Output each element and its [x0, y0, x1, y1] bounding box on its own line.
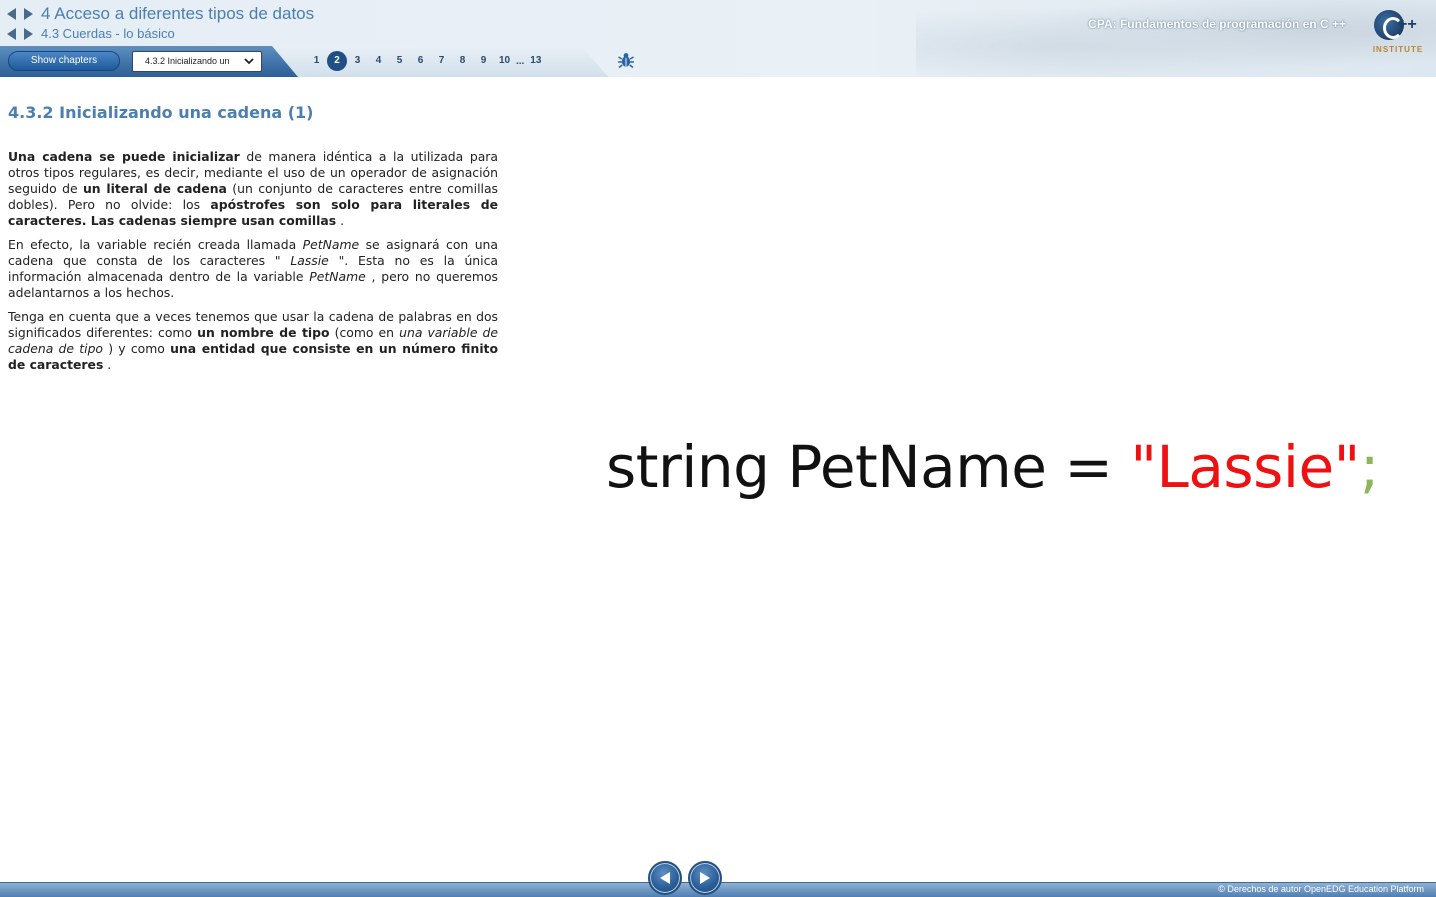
code-example: string PetName = "Lassie";	[606, 433, 1379, 501]
show-chapters-button[interactable]: Show chapters	[8, 51, 120, 71]
previous-page-button[interactable]	[648, 861, 682, 895]
page-title: 4.3.2 Inicializando una cadena (1)	[8, 103, 314, 122]
p3-text-c: (como en	[329, 325, 400, 340]
page-link-1[interactable]: 1	[306, 51, 327, 71]
section-title: 4.3 Cuerdas - lo básico	[41, 26, 175, 41]
code-string-literal: "Lassie"	[1130, 433, 1360, 501]
code-semicolon: ;	[1359, 433, 1380, 501]
page-link-6[interactable]: 6	[410, 51, 431, 71]
copyright-text: © Derechos de autor OpenEDG Education Pl…	[1218, 884, 1424, 894]
cpp-institute-logo: ++ INSTITUTE	[1370, 8, 1426, 60]
page-link-3[interactable]: 3	[347, 51, 368, 71]
section-select-value: 4.3.2 Inicializando un	[145, 56, 230, 66]
p1-text-f: .	[336, 213, 345, 228]
prev-section-icon[interactable]	[6, 27, 18, 41]
page-link-7[interactable]: 7	[431, 51, 452, 71]
chevron-down-icon	[243, 54, 255, 68]
header-background-photo	[916, 0, 1436, 77]
chapter-title: 4 Acceso a diferentes tipos de datos	[41, 4, 315, 23]
previous-arrow-icon	[660, 872, 670, 884]
p2-italic-b: PetName	[302, 237, 360, 252]
paragraph-1: Una cadena se puede inicializar de maner…	[8, 149, 498, 229]
next-section-icon[interactable]	[22, 27, 34, 41]
next-arrow-icon	[700, 872, 710, 884]
p1-bold-a: Una cadena se puede inicializar	[8, 149, 240, 164]
course-title: CPA: Fundamentos de programación en C ++	[1088, 17, 1346, 31]
p3-text-e: ) y como	[103, 341, 171, 356]
p3-text-g: .	[103, 357, 112, 372]
chapter-breadcrumb: 4 Acceso a diferentes tipos de datos	[6, 4, 314, 24]
next-chapter-icon[interactable]	[22, 7, 34, 21]
page-link-8[interactable]: 8	[452, 51, 473, 71]
page-link-13[interactable]: 13	[525, 51, 546, 71]
paragraph-3: Tenga en cuenta que a veces tenemos que …	[8, 309, 498, 373]
prev-chapter-icon[interactable]	[6, 7, 18, 21]
toolbar: Show chapters 4.3.2 Inicializando un 1 2…	[0, 46, 608, 77]
code-plain: string PetName =	[606, 433, 1131, 501]
bug-icon[interactable]	[617, 51, 635, 69]
page-link-5[interactable]: 5	[389, 51, 410, 71]
p2-italic-f: PetName	[309, 269, 366, 284]
page-link-4[interactable]: 4	[368, 51, 389, 71]
next-page-button[interactable]	[688, 861, 722, 895]
lesson-text: Una cadena se puede inicializar de maner…	[8, 149, 498, 381]
p3-bold-b: un nombre de tipo	[197, 325, 330, 340]
p2-italic-d: Lassie	[290, 253, 329, 268]
section-select[interactable]: 4.3.2 Inicializando un	[132, 51, 262, 72]
section-breadcrumb: 4.3 Cuerdas - lo básico	[6, 26, 175, 41]
page-link-10[interactable]: 10	[494, 51, 515, 71]
page-link-2-current[interactable]: 2	[327, 51, 347, 71]
logo-text: INSTITUTE	[1372, 45, 1424, 54]
paragraph-2: En efecto, la variable recién creada lla…	[8, 237, 498, 301]
page-ellipsis: ...	[516, 55, 525, 67]
logo-plus: ++	[1398, 16, 1417, 33]
p1-bold-c: un literal de cadena	[82, 181, 227, 196]
page-link-9[interactable]: 9	[473, 51, 494, 71]
page-navigation: 1 2 3 4 5 6 7 8 9 10 ... 13	[306, 51, 546, 71]
p2-text-a: En efecto, la variable recién creada lla…	[8, 237, 303, 252]
